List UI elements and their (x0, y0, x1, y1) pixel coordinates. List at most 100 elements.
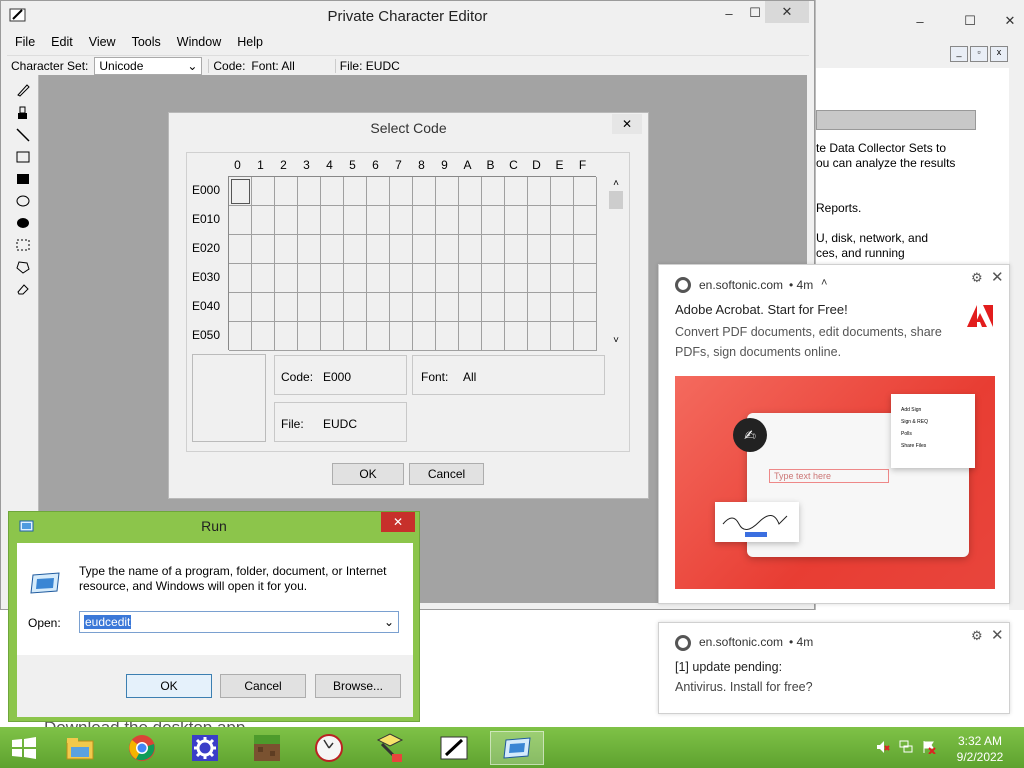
scroll-up-icon[interactable]: ˄ (607, 178, 625, 189)
grid-cell[interactable] (252, 177, 275, 206)
grid-cell[interactable] (298, 264, 321, 293)
grid-cell[interactable] (367, 293, 390, 322)
grid-cell[interactable] (413, 177, 436, 206)
grid-cell[interactable] (390, 293, 413, 322)
grid-cell[interactable] (436, 264, 459, 293)
grid-cell[interactable] (413, 293, 436, 322)
grid-cell[interactable] (344, 322, 367, 351)
scroll-thumb[interactable] (609, 191, 623, 209)
hollow-rectangle-icon[interactable] (14, 148, 32, 166)
grid-cell[interactable] (252, 206, 275, 235)
grid-cell[interactable] (252, 293, 275, 322)
grid-cell[interactable] (551, 235, 574, 264)
grid-cell[interactable] (528, 293, 551, 322)
grid-cell[interactable] (275, 264, 298, 293)
grid-cell[interactable] (482, 293, 505, 322)
grid-cell[interactable] (551, 206, 574, 235)
grid-cell[interactable] (298, 235, 321, 264)
grid-cell[interactable] (505, 264, 528, 293)
run-cancel-button[interactable]: Cancel (220, 674, 306, 698)
grid-cell[interactable] (505, 235, 528, 264)
grid-cell-selected[interactable] (229, 177, 252, 206)
grid-cell[interactable] (229, 235, 252, 264)
run-close-icon[interactable]: ✕ (381, 512, 415, 532)
grid-cell[interactable] (367, 206, 390, 235)
grid-cell[interactable] (436, 206, 459, 235)
grid-cell[interactable] (528, 206, 551, 235)
pce-close-icon[interactable]: ✕ (765, 1, 809, 23)
pencil-icon[interactable] (14, 81, 32, 99)
grid-cell[interactable] (574, 177, 597, 206)
grid-cell[interactable] (367, 322, 390, 351)
grid-cell[interactable] (252, 322, 275, 351)
grid-cell[interactable] (574, 264, 597, 293)
bg-inner-close-icon[interactable]: x (990, 46, 1008, 62)
grid-cell[interactable] (321, 293, 344, 322)
grid-cell[interactable] (459, 322, 482, 351)
grid-cell[interactable] (459, 235, 482, 264)
freeform-selection-icon[interactable] (14, 258, 32, 276)
menu-file[interactable]: File (7, 33, 43, 53)
grid-cell[interactable] (275, 177, 298, 206)
grid-cell[interactable] (275, 293, 298, 322)
grid-cell[interactable] (390, 206, 413, 235)
bg-scrollbar[interactable] (1009, 68, 1024, 198)
grid-cell[interactable] (459, 177, 482, 206)
grid-cell[interactable] (344, 264, 367, 293)
grid-cell[interactable] (551, 177, 574, 206)
grid-cell[interactable] (574, 206, 597, 235)
brush-icon[interactable] (14, 104, 32, 122)
grid-cell[interactable] (551, 264, 574, 293)
grid-cell[interactable] (252, 235, 275, 264)
grid-cell[interactable] (275, 322, 298, 351)
grid-cell[interactable] (459, 293, 482, 322)
grid-cell[interactable] (436, 322, 459, 351)
grid-cell[interactable] (482, 206, 505, 235)
grid-cell[interactable] (505, 293, 528, 322)
filled-ellipse-icon[interactable] (14, 214, 32, 232)
grid-scrollbar[interactable]: ˄ ˅ (607, 178, 625, 346)
grid-cell[interactable] (482, 322, 505, 351)
settings-gear-icon[interactable]: ⚙ (971, 270, 983, 286)
bg-minimize-icon[interactable]: – (904, 10, 936, 32)
file-explorer-icon[interactable] (62, 731, 98, 765)
run-taskbar-icon[interactable] (490, 731, 544, 765)
settings-gear-icon[interactable]: ⚙ (971, 628, 983, 644)
grid-cell[interactable] (413, 264, 436, 293)
troubleshoot-app-icon[interactable] (372, 731, 408, 765)
grid-cell[interactable] (229, 322, 252, 351)
grid-cell[interactable] (482, 264, 505, 293)
hollow-ellipse-icon[interactable] (14, 192, 32, 210)
run-ok-button[interactable]: OK (126, 674, 212, 698)
system-clock[interactable]: 3:32 AM 9/2/2022 (948, 733, 1012, 765)
select-code-ok-button[interactable]: OK (332, 463, 404, 485)
grid-cell[interactable] (344, 235, 367, 264)
menu-edit[interactable]: Edit (43, 33, 81, 53)
grid-cell[interactable] (298, 293, 321, 322)
grid-cell[interactable] (298, 322, 321, 351)
grid-cell[interactable] (436, 177, 459, 206)
network-icon[interactable] (899, 740, 913, 754)
grid-cell[interactable] (574, 235, 597, 264)
rectangular-selection-icon[interactable] (14, 236, 32, 254)
grid-cell[interactable] (344, 293, 367, 322)
select-code-close-icon[interactable]: ✕ (612, 114, 642, 134)
grid-cell[interactable] (344, 177, 367, 206)
grid-cell[interactable] (390, 177, 413, 206)
grid-cell[interactable] (528, 322, 551, 351)
grid-cell[interactable] (367, 177, 390, 206)
grid-cell[interactable] (367, 235, 390, 264)
action-center-flag-icon[interactable] (922, 740, 936, 755)
bg-maximize-icon[interactable]: ☐ (954, 10, 986, 32)
grid-cell[interactable] (551, 293, 574, 322)
menu-tools[interactable]: Tools (124, 33, 169, 53)
menu-view[interactable]: View (81, 33, 124, 53)
eraser-icon[interactable] (14, 280, 32, 298)
grid-cell[interactable] (298, 177, 321, 206)
charset-select[interactable]: Unicode ⌄ (94, 56, 203, 75)
menu-window[interactable]: Window (169, 33, 229, 53)
grid-cell[interactable] (367, 264, 390, 293)
menu-help[interactable]: Help (229, 33, 271, 53)
scroll-down-icon[interactable]: ˅ (607, 335, 625, 346)
select-code-cancel-button[interactable]: Cancel (409, 463, 484, 485)
